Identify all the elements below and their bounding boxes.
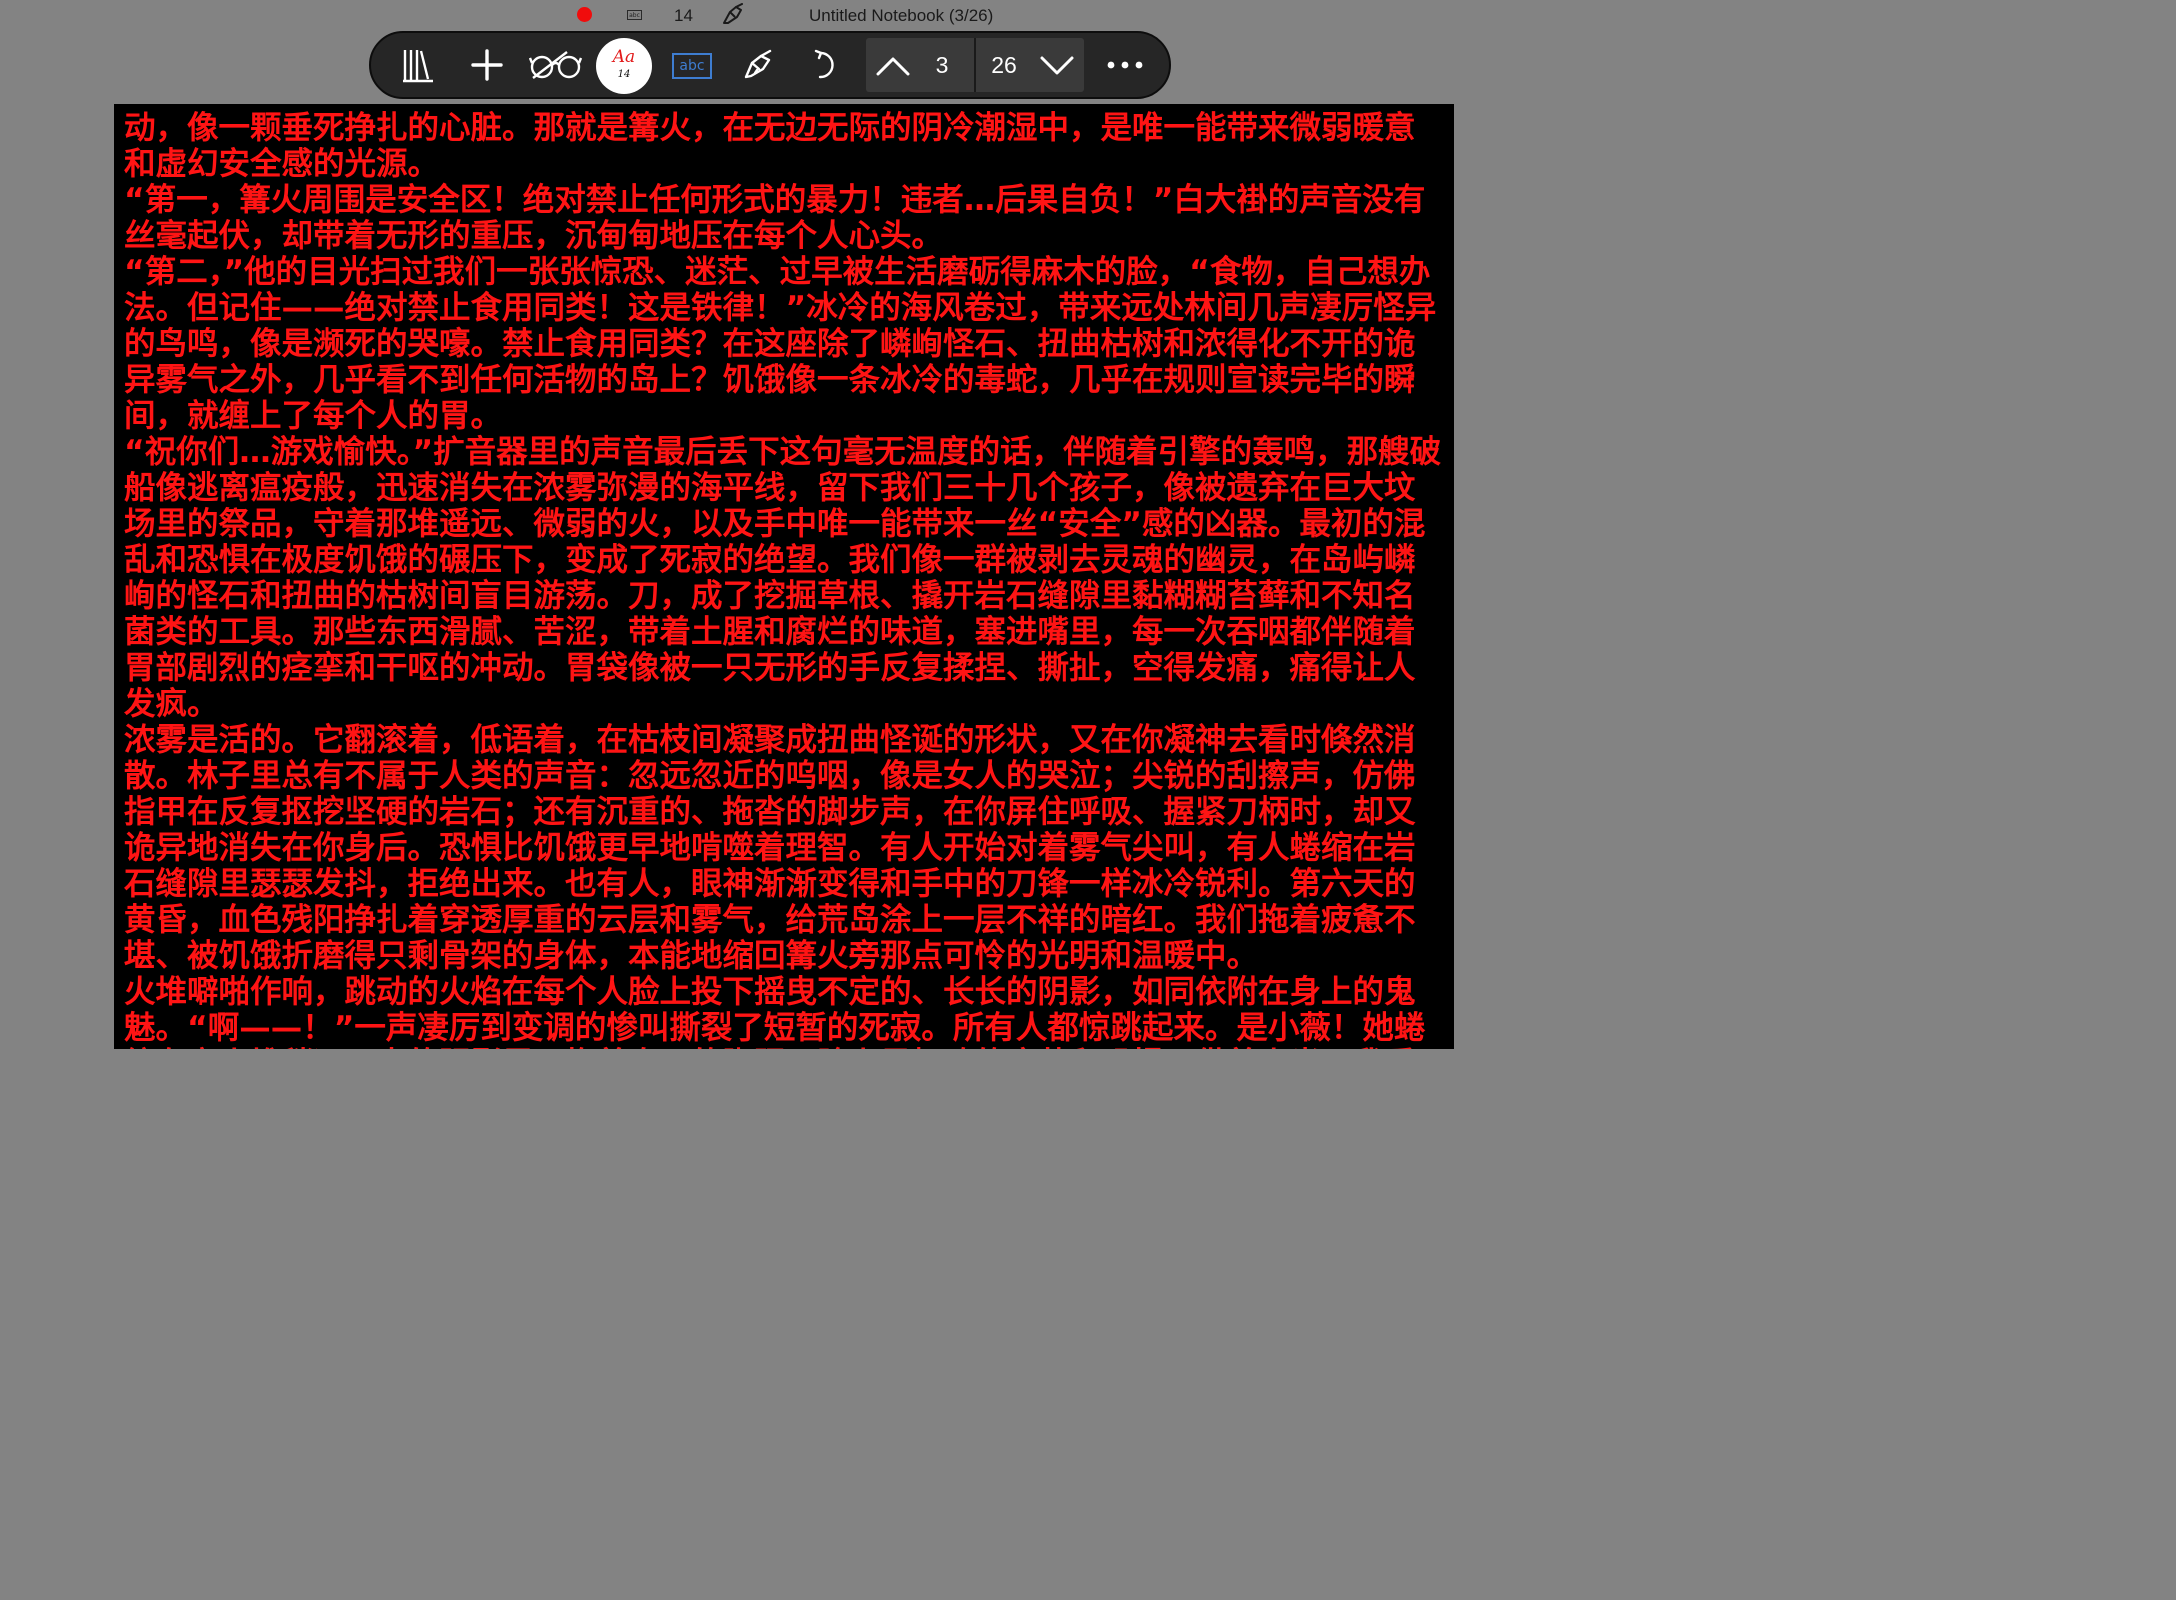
library-icon — [403, 50, 433, 83]
page-paragraph: 动，像一颗垂死挣扎的心脏。那就是篝火，在无边无际的阴冷潮湿中，是唯一能带来微弱暖… — [124, 110, 1416, 182]
reading-glasses-icon — [529, 51, 583, 79]
font-style-icon: Aa — [612, 47, 636, 67]
page-down-icon[interactable] — [1038, 50, 1076, 80]
undo-button[interactable] — [799, 33, 853, 97]
notebook-title: Untitled Notebook (3/26) — [809, 6, 994, 25]
text-recognition-icon: abc — [679, 58, 705, 74]
text-recognition-button[interactable]: abc — [672, 53, 712, 79]
more-icon[interactable] — [1099, 51, 1151, 79]
page-paragraph: 浓雾是活的。它翻滚着，低语着，在枯枝间凝聚成扭曲怪诞的形状，又在你凝神去看时倏然… — [124, 722, 1416, 974]
page-paragraph: 火堆噼啪作响，跳动的火焰在每个人脸上投下摇曳不定的、长长的阴影，如同依附在身上的… — [124, 974, 1426, 1049]
reader-toolbar: Aa 14 abc 3 26 — [369, 31, 1171, 99]
total-page-number: 26 — [991, 52, 1017, 78]
pen-button[interactable] — [732, 33, 786, 97]
recording-dot-icon — [577, 7, 592, 22]
pen-icon — [744, 49, 772, 79]
page-paragraph: “第一，篝火周围是安全区！绝对禁止任何形式的暴力！违者…后果自负！”白大褂的声音… — [124, 182, 1426, 254]
add-button[interactable] — [460, 33, 514, 97]
current-page-number[interactable]: 3 — [922, 38, 962, 92]
notebook-page[interactable]: 动，像一颗垂死挣扎的心脏。那就是篝火，在无边无际的阴冷潮湿中，是唯一能带来微弱暖… — [114, 104, 1454, 1049]
pager-divider — [974, 38, 976, 92]
page-navigator: 3 26 — [866, 38, 1084, 92]
page-paragraph: “第二，”他的目光扫过我们一张张惊恐、迷茫、过早被生活磨砺得麻木的脸，“食物，自… — [124, 254, 1437, 434]
page-up-icon[interactable] — [874, 50, 912, 80]
status-count: 14 — [674, 6, 693, 25]
plus-icon — [471, 49, 503, 81]
page-paragraph: “祝你们…游戏愉快。”扩音器里的声音最后丢下这句毫无温度的话，伴随着引擎的轰鸣，… — [124, 434, 1442, 722]
status-pen-icon — [723, 3, 743, 24]
library-button[interactable] — [391, 33, 445, 97]
status-bar: abc 14 Untitled Notebook (3/26) — [0, 0, 1568, 32]
undo-icon — [814, 49, 834, 79]
font-size-value: 14 — [617, 69, 631, 80]
font-style-button[interactable]: Aa 14 — [596, 38, 652, 94]
keyboard-icon: abc — [627, 10, 642, 20]
reading-mode-button[interactable] — [529, 33, 583, 97]
